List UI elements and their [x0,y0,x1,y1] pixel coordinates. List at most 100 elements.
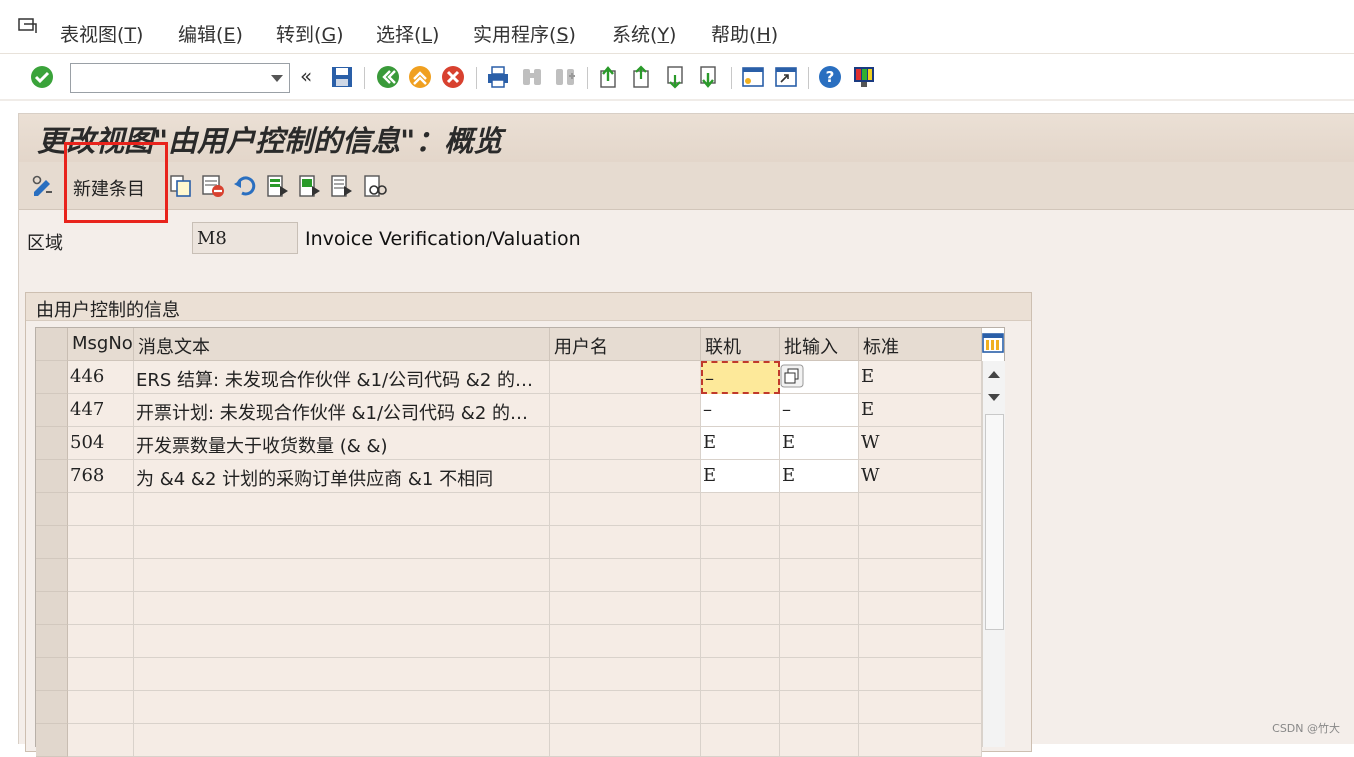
row-selector[interactable] [36,427,68,460]
empty-cell [701,592,780,625]
group-title: 由用户控制的信息 [36,296,180,322]
standard-toolbar: « ? [0,55,1354,101]
row-selector[interactable] [36,493,68,526]
undo-change-icon[interactable] [233,174,257,198]
new-session-icon[interactable] [741,65,765,89]
row-selector[interactable] [36,559,68,592]
menu-utilities[interactable]: 实用程序(S) [473,20,576,47]
empty-cell [859,526,982,559]
delete-icon[interactable] [201,174,225,198]
empty-cell [780,526,859,559]
column-header-message-text[interactable]: 消息文本 [134,328,550,361]
vertical-scrollbar[interactable] [982,361,1005,747]
column-header-online[interactable]: 联机 [701,328,780,361]
first-page-icon[interactable] [597,65,621,89]
empty-cell [68,526,134,559]
chevron-down-icon[interactable] [271,75,283,82]
copy-as-icon[interactable] [169,174,193,198]
empty-cell [134,658,550,691]
row-selector[interactable] [36,361,68,394]
empty-cell [68,724,134,757]
collapse-double-chevron-icon[interactable]: « [300,64,324,88]
empty-cell [780,724,859,757]
exit-icon[interactable] [408,65,432,89]
cell-batch-input[interactable]: E [780,427,859,460]
area-description: Invoice Verification/Valuation [305,228,581,250]
menu-help[interactable]: 帮助(H) [711,20,778,47]
cell-batch-input[interactable] [780,361,859,394]
empty-cell [134,691,550,724]
column-header-batch-input[interactable]: 批输入 [780,328,859,361]
find-icon[interactable] [520,65,544,89]
empty-cell [859,493,982,526]
cell-batch-input[interactable]: E [780,460,859,493]
next-page-icon[interactable] [664,65,688,89]
cell-online-input[interactable]: – [701,361,780,394]
cell-user-name [550,361,701,394]
back-icon[interactable] [376,65,400,89]
scrollbar-thumb[interactable] [985,414,1004,630]
command-field[interactable] [70,63,290,93]
row-selector[interactable] [36,592,68,625]
deselect-all-icon[interactable] [330,174,354,198]
cell-online-input[interactable]: E [701,427,780,460]
menu-window-icon[interactable] [18,18,38,34]
row-selector[interactable] [36,724,68,757]
empty-cell [68,625,134,658]
column-header-standard[interactable]: 标准 [859,328,982,361]
column-header-msgno[interactable]: MsgNo [68,328,134,361]
cell-message-text: 开票计划: 未发现合作伙伴 &1/公司代码 &2 的… [134,394,550,427]
print-list-icon[interactable] [363,174,387,198]
display-change-icon[interactable] [31,174,55,198]
cell-message-text: ERS 结算: 未发现合作伙伴 &1/公司代码 &2 的… [134,361,550,394]
select-all-icon[interactable] [266,174,290,198]
shortcut-icon[interactable] [774,65,798,89]
row-selector[interactable] [36,691,68,724]
toolbar-divider [808,67,809,89]
table-settings-icon[interactable] [982,332,1004,354]
cell-online-input[interactable]: – [701,394,780,427]
select-block-icon[interactable] [298,174,322,198]
customize-layout-icon[interactable] [852,65,876,89]
scroll-up-icon[interactable] [987,369,1001,379]
empty-cell [550,691,701,724]
row-selector[interactable] [36,526,68,559]
select-all-corner[interactable] [36,328,68,361]
empty-cell [780,493,859,526]
empty-cell [859,658,982,691]
print-icon[interactable] [486,65,510,89]
cell-online-input[interactable]: E [701,460,780,493]
scroll-down-icon[interactable] [987,393,1001,403]
empty-cell [550,592,701,625]
empty-cell [859,559,982,592]
cancel-icon[interactable] [441,65,465,89]
cell-batch-input[interactable]: – [780,394,859,427]
row-selector[interactable] [36,394,68,427]
column-header-user-name[interactable]: 用户名 [550,328,701,361]
row-selector[interactable] [36,460,68,493]
previous-page-icon[interactable] [630,65,654,89]
save-icon[interactable] [330,65,354,89]
empty-cell [68,691,134,724]
help-icon[interactable]: ? [818,65,842,89]
empty-cell [701,559,780,592]
find-next-icon[interactable] [553,65,577,89]
empty-cell [859,625,982,658]
highlight-annotation-box [64,142,168,223]
menu-system[interactable]: 系统(Y) [612,20,676,47]
menu-selection[interactable]: 选择(L) [376,20,439,47]
cell-message-text: 为 &4 &2 计划的采购订单供应商 &1 不相同 [134,460,550,493]
last-page-icon[interactable] [697,65,721,89]
area-field: M8 [192,222,298,254]
screen-area: 更改视图"由用户控制的信息"：概览 新建条目 区域 M8 Invoice Ve [18,113,1354,744]
empty-cell [134,625,550,658]
value-help-icon[interactable] [780,364,804,388]
enter-check-icon[interactable] [30,65,54,89]
menu-goto[interactable]: 转到(G) [276,20,344,47]
menu-table-view[interactable]: 表视图(T) [60,20,143,47]
menu-edit[interactable]: 编辑(E) [178,20,243,47]
menu-bar: 表视图(T) 编辑(E) 转到(G) 选择(L) 实用程序(S) 系统(Y) 帮… [0,0,1354,54]
empty-cell [68,592,134,625]
row-selector[interactable] [36,658,68,691]
row-selector[interactable] [36,625,68,658]
